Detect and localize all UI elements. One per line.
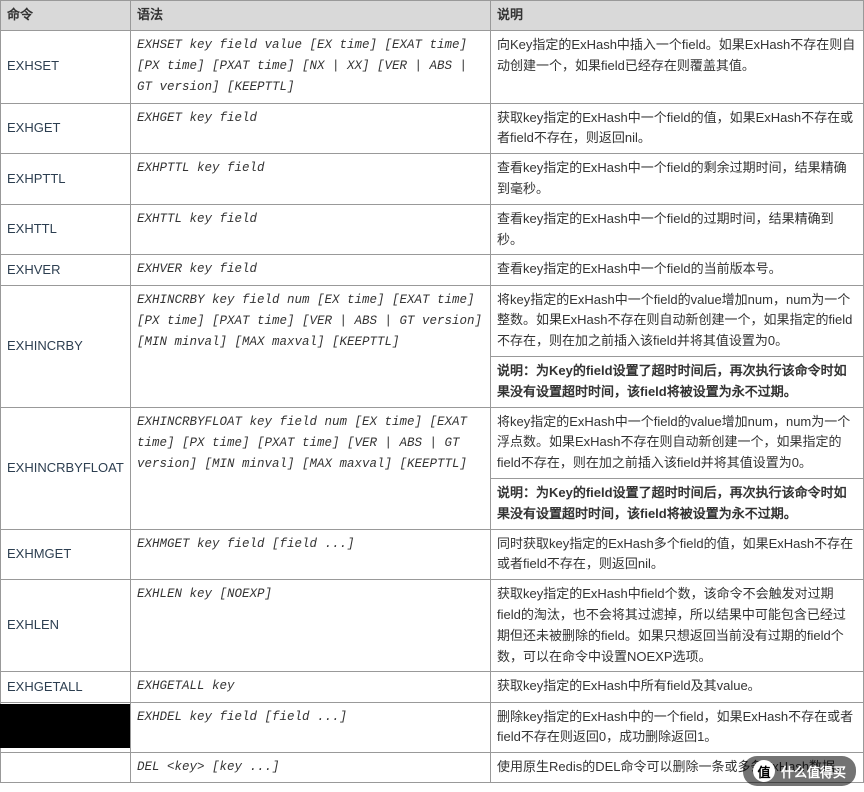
cmd-cell: EXHGETALL — [1, 672, 131, 702]
cmd-cell — [1, 753, 131, 783]
cmd-cell: EXHSET — [1, 30, 131, 103]
desc-cell: 向Key指定的ExHash中插入一个field。如果ExHash不存在则自动创建… — [491, 30, 864, 103]
cmd-cell: EXHMGET — [1, 529, 131, 580]
desc-cell: 查看key指定的ExHash中一个field的剩余过期时间，结果精确到毫秒。 — [491, 154, 864, 205]
cmd-cell: EXHPTTL — [1, 154, 131, 205]
table-row: EXHVEREXHVER key field查看key指定的ExHash中一个f… — [1, 255, 864, 285]
syntax-cell: EXHVER key field — [131, 255, 491, 285]
watermark-text: 什么值得买 — [781, 762, 846, 781]
desc-cell: 查看key指定的ExHash中一个field的过期时间，结果精确到秒。 — [491, 204, 864, 255]
header-cmd: 命令 — [1, 1, 131, 31]
desc-cell: 获取key指定的ExHash中所有field及其value。 — [491, 672, 864, 702]
desc-cell: 查看key指定的ExHash中一个field的当前版本号。 — [491, 255, 864, 285]
table-row: DEL <key> [key ...]使用原生Redis的DEL命令可以删除一条… — [1, 753, 864, 783]
cmd-cell: EXHGET — [1, 103, 131, 154]
syntax-cell: EXHINCRBYFLOAT key field num [EX time] [… — [131, 407, 491, 529]
desc-cell: 同时获取key指定的ExHash多个field的值，如果ExHash不存在或者f… — [491, 529, 864, 580]
cmd-cell: EXHINCRBY — [1, 285, 131, 407]
command-table: 命令 语法 说明 EXHSETEXHSET key field value [E… — [0, 0, 864, 783]
desc-note-cell: 说明：为Key的field设置了超时时间后，再次执行该命令时如果没有设置超时时间… — [491, 478, 864, 529]
desc-cell: 获取key指定的ExHash中field个数，该命令不会触发对过期field的淘… — [491, 580, 864, 672]
table-row: EXHTTLEXHTTL key field查看key指定的ExHash中一个f… — [1, 204, 864, 255]
syntax-cell: EXHGETALL key — [131, 672, 491, 702]
syntax-cell: EXHTTL key field — [131, 204, 491, 255]
syntax-cell: EXHLEN key [NOEXP] — [131, 580, 491, 672]
desc-cell: 删除key指定的ExHash中的一个field，如果ExHash不存在或者fie… — [491, 702, 864, 753]
cmd-cell: EXHVER — [1, 255, 131, 285]
syntax-cell: EXHMGET key field [field ...] — [131, 529, 491, 580]
watermark-badge-icon: 值 — [753, 760, 775, 782]
desc-cell: 将key指定的ExHash中一个field的value增加num，num为一个整… — [491, 285, 864, 356]
table-row: EXHLENEXHLEN key [NOEXP]获取key指定的ExHash中f… — [1, 580, 864, 672]
syntax-cell: EXHINCRBY key field num [EX time] [EXAT … — [131, 285, 491, 407]
cmd-cell: EXHTTL — [1, 204, 131, 255]
syntax-cell: EXHDEL key field [field ...] — [131, 702, 491, 753]
header-desc: 说明 — [491, 1, 864, 31]
watermark: 值 什么值得买 — [743, 756, 856, 786]
redacted-block — [0, 704, 130, 748]
desc-cell: 将key指定的ExHash中一个field的value增加num，num为一个浮… — [491, 407, 864, 478]
header-syntax: 语法 — [131, 1, 491, 31]
table-row: EXHMGETEXHMGET key field [field ...]同时获取… — [1, 529, 864, 580]
table-row: EXHSETEXHSET key field value [EX time] [… — [1, 30, 864, 103]
table-row: EXHINCRBYFLOATEXHINCRBYFLOAT key field n… — [1, 407, 864, 478]
syntax-cell: DEL <key> [key ...] — [131, 753, 491, 783]
syntax-cell: EXHSET key field value [EX time] [EXAT t… — [131, 30, 491, 103]
table-row: EXHGETALLEXHGETALL key获取key指定的ExHash中所有f… — [1, 672, 864, 702]
syntax-cell: EXHGET key field — [131, 103, 491, 154]
syntax-cell: EXHPTTL key field — [131, 154, 491, 205]
table-row: EXHPTTLEXHPTTL key field查看key指定的ExHash中一… — [1, 154, 864, 205]
desc-note-cell: 说明：为Key的field设置了超时时间后，再次执行该命令时如果没有设置超时时间… — [491, 356, 864, 407]
desc-cell: 获取key指定的ExHash中一个field的值，如果ExHash不存在或者fi… — [491, 103, 864, 154]
table-row: EXHGETEXHGET key field获取key指定的ExHash中一个f… — [1, 103, 864, 154]
cmd-cell: EXHLEN — [1, 580, 131, 672]
cmd-cell: EXHINCRBYFLOAT — [1, 407, 131, 529]
table-row: EXHINCRBYEXHINCRBY key field num [EX tim… — [1, 285, 864, 356]
table-header-row: 命令 语法 说明 — [1, 1, 864, 31]
